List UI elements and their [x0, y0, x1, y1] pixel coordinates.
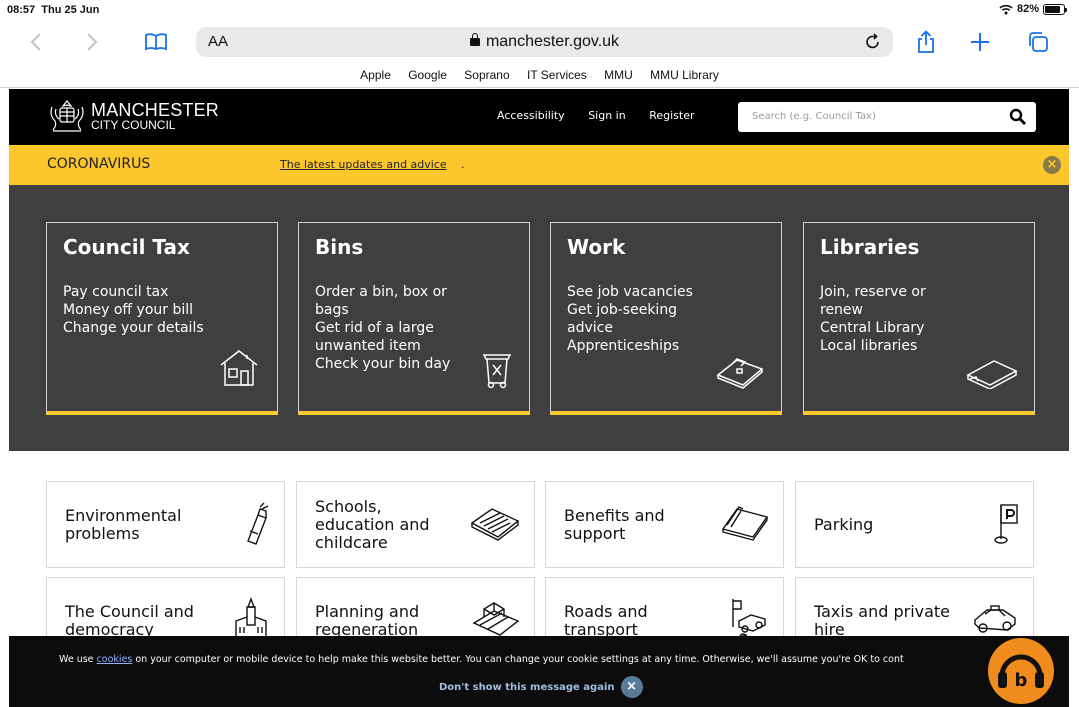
close-icon[interactable]: ×: [1043, 156, 1061, 174]
card-work[interactable]: Work See job vacancies Get job-seeking a…: [550, 222, 782, 415]
card-title: Council Tax: [63, 235, 190, 259]
status-time: 08:57 Thu 25 Jun: [7, 4, 100, 16]
card-council-tax[interactable]: Council Tax Pay council tax Money off yo…: [46, 222, 278, 415]
register-link[interactable]: Register: [649, 109, 694, 122]
logo-subtitle: CITY COUNCIL: [91, 117, 176, 132]
search-placeholder: Search (e.g. Council Tax): [752, 111, 876, 122]
tile-environmental-problems[interactable]: Environmental problems: [46, 481, 285, 568]
accessibility-link[interactable]: Accessibility: [497, 109, 565, 122]
svg-text:b: b: [1015, 670, 1028, 691]
card-link-money-off[interactable]: Money off your bill: [63, 301, 213, 319]
sign-in-link[interactable]: Sign in: [588, 109, 626, 122]
card-link-pay-council-tax[interactable]: Pay council tax: [63, 283, 213, 301]
tile-label: Benefits and support: [564, 505, 665, 543]
tile-label: Taxis and private hire: [814, 601, 951, 639]
cookie-banner: We use cookies on your computer or mobil…: [9, 636, 1069, 707]
battery-percent: 82%: [1016, 3, 1039, 15]
share-icon[interactable]: [912, 28, 940, 56]
card-link-job-vacancies[interactable]: See job vacancies: [567, 283, 717, 301]
house-icon: [217, 345, 261, 393]
card-title: Bins: [315, 235, 364, 259]
card-title: Libraries: [820, 235, 920, 259]
briefcase-icon: [715, 355, 765, 393]
tile-label: Roads and transport: [564, 601, 648, 639]
tile-parking[interactable]: Parking: [795, 481, 1034, 568]
reload-icon[interactable]: [865, 33, 881, 55]
card-link-local-libraries[interactable]: Local libraries: [820, 337, 970, 355]
card-libraries[interactable]: Libraries Join, reserve or renew Central…: [803, 222, 1035, 415]
favorites-bar: Apple Google Soprano IT Services MMU MMU…: [0, 64, 1079, 88]
parking-sign-icon: [993, 501, 1019, 549]
favorite-google[interactable]: Google: [408, 68, 447, 82]
browser-toolbar: AA manchester.gov.uk: [0, 20, 1079, 64]
lock-icon: [469, 33, 480, 46]
card-bins[interactable]: Bins Order a bin, box or bags Get rid of…: [298, 222, 530, 415]
cookie-message: We use cookies on your computer or mobil…: [59, 654, 904, 665]
forward-icon[interactable]: [78, 28, 106, 56]
accessibility-assist-button[interactable]: b: [988, 638, 1054, 704]
crest-icon: [50, 100, 84, 132]
banner-link[interactable]: The latest updates and advice: [280, 158, 447, 171]
logo-title: MANCHESTER: [91, 99, 220, 120]
favorite-soprano[interactable]: Soprano: [464, 68, 509, 82]
close-icon[interactable]: ×: [620, 676, 643, 698]
wallet-icon: [721, 505, 769, 545]
taxi-icon: [971, 602, 1019, 640]
favorite-mmu[interactable]: MMU: [604, 68, 633, 82]
address-bar[interactable]: AA manchester.gov.uk: [196, 27, 893, 57]
card-link-large-item[interactable]: Get rid of a large unwanted item: [315, 319, 465, 355]
council-logo[interactable]: MANCHESTER CITY COUNCIL: [47, 97, 219, 135]
hero-section: Council Tax Pay council tax Money off yo…: [9, 185, 1069, 451]
card-link-change-details[interactable]: Change your details: [63, 319, 213, 337]
spray-can-icon: [240, 501, 270, 549]
book-icon: [966, 357, 1018, 393]
header-links: Accessibility Sign in Register: [497, 109, 715, 122]
card-link-job-advice[interactable]: Get job-seeking advice: [567, 301, 717, 337]
favorite-mmu-library[interactable]: MMU Library: [650, 68, 719, 82]
tile-label: Planning and regeneration: [315, 601, 420, 639]
banner-label: CORONAVIRUS: [47, 156, 151, 172]
card-link-join-renew[interactable]: Join, reserve or renew: [820, 283, 970, 319]
search-input[interactable]: Search (e.g. Council Tax): [738, 102, 1036, 132]
bookmarks-icon[interactable]: [142, 28, 170, 56]
coronavirus-banner: CORONAVIRUS The latest updates and advic…: [9, 145, 1069, 185]
tile-label: Environmental problems: [65, 505, 182, 543]
dismiss-label: Don't show this message again: [439, 681, 615, 693]
favorite-apple[interactable]: Apple: [360, 68, 391, 82]
battery-icon: [1043, 3, 1067, 15]
headphones-icon: b: [998, 654, 1044, 691]
card-link-order-bin[interactable]: Order a bin, box or bags: [315, 283, 465, 319]
url-text[interactable]: manchester.gov.uk: [196, 33, 893, 51]
exercise-book-icon: [470, 505, 520, 545]
tabs-overview-icon[interactable]: [1024, 28, 1052, 56]
cookies-link[interactable]: cookies: [97, 654, 133, 665]
tile-label: Parking: [814, 514, 874, 534]
card-title: Work: [567, 235, 626, 259]
tile-label: The Council and democracy: [65, 601, 194, 639]
wheelie-bin-icon: [481, 349, 513, 393]
tile-benefits[interactable]: Benefits and support: [545, 481, 784, 568]
back-icon[interactable]: [22, 28, 50, 56]
new-tab-icon[interactable]: [966, 28, 994, 56]
wifi-icon: [999, 4, 1013, 14]
card-link-central-library[interactable]: Central Library: [820, 319, 970, 337]
tile-label: Schools, education and childcare: [315, 496, 430, 552]
card-link-bin-day[interactable]: Check your bin day: [315, 355, 465, 373]
favorite-it-services[interactable]: IT Services: [527, 68, 587, 82]
card-link-apprenticeships[interactable]: Apprenticeships: [567, 337, 717, 355]
dismiss-cookie-button[interactable]: Don't show this message again ×: [439, 676, 643, 698]
tile-schools[interactable]: Schools, education and childcare: [296, 481, 535, 568]
site-header: MANCHESTER CITY COUNCIL Accessibility Si…: [9, 89, 1069, 145]
search-icon[interactable]: [1009, 108, 1027, 130]
status-bar: 08:57 Thu 25 Jun 82%: [0, 0, 1079, 20]
